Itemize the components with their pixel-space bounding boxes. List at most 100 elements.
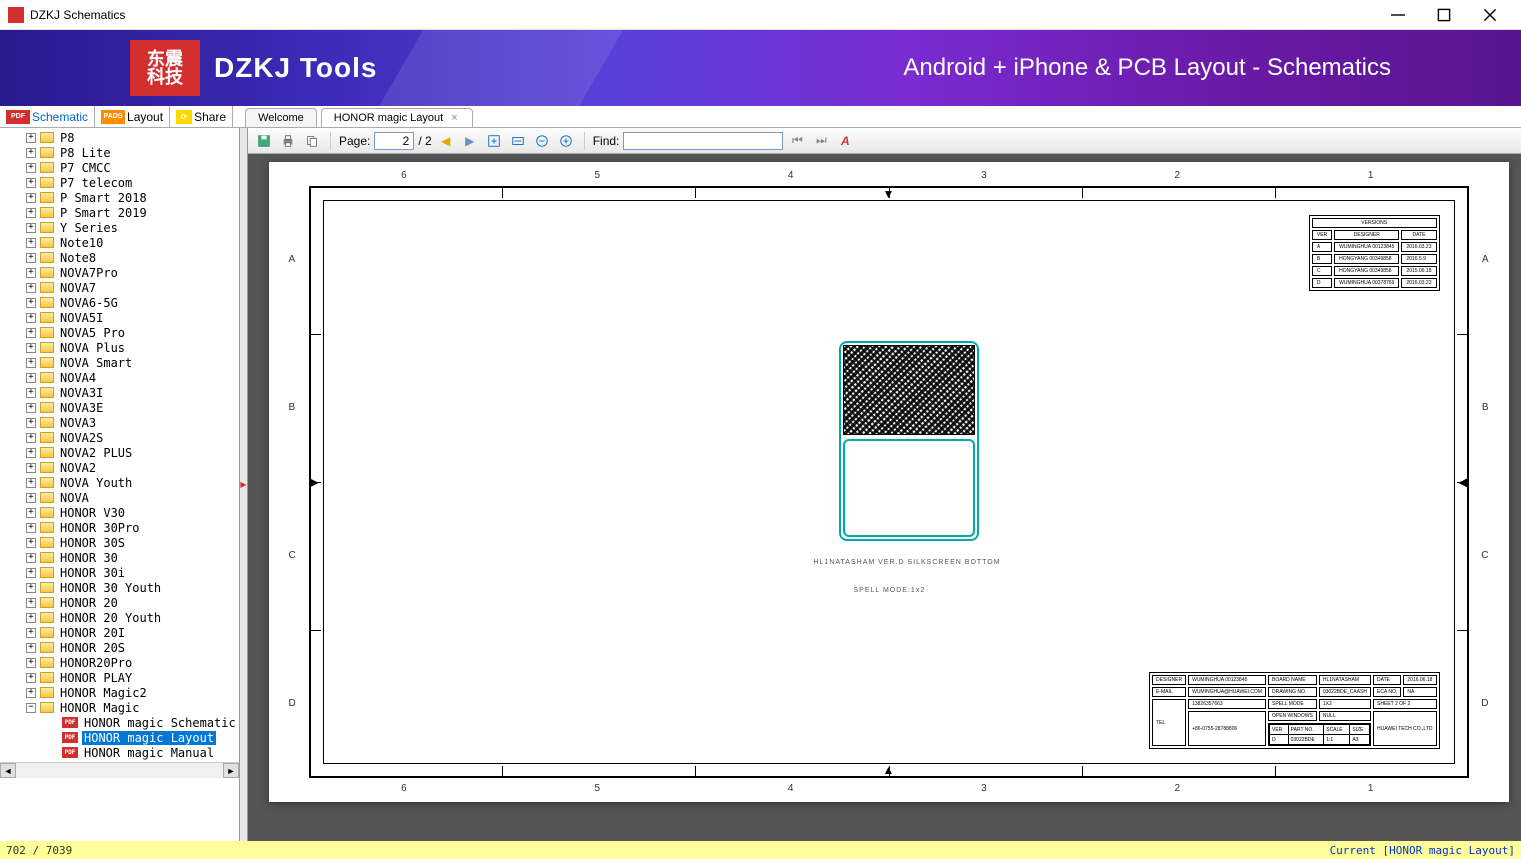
tree-folder[interactable]: +NOVA5 Pro	[0, 325, 239, 340]
expand-icon[interactable]: +	[26, 433, 36, 443]
tree-folder[interactable]: +P8 Lite	[0, 145, 239, 160]
tree-folder[interactable]: +NOVA6-5G	[0, 295, 239, 310]
expand-icon[interactable]: +	[26, 163, 36, 173]
expand-icon[interactable]: +	[26, 373, 36, 383]
expand-icon[interactable]: +	[26, 463, 36, 473]
expand-icon[interactable]: +	[26, 313, 36, 323]
tree-folder[interactable]: +P Smart 2019	[0, 205, 239, 220]
scroll-right-icon[interactable]: ►	[223, 763, 239, 778]
zoom-in-button[interactable]	[556, 131, 576, 151]
expand-icon[interactable]: +	[26, 688, 36, 698]
expand-icon[interactable]: +	[26, 268, 36, 278]
tree-folder[interactable]: +Note10	[0, 235, 239, 250]
tree-folder-expanded[interactable]: −HONOR Magic	[0, 700, 239, 715]
expand-icon[interactable]: +	[26, 628, 36, 638]
text-style-button[interactable]: A	[835, 131, 855, 151]
expand-icon[interactable]: +	[26, 478, 36, 488]
tree-folder[interactable]: +Y Series	[0, 220, 239, 235]
tree-folder[interactable]: +NOVA7	[0, 280, 239, 295]
canvas-area[interactable]: ▼ ▲ ▶ ◀ HL1NATASHAM VER.D SILKSCREEN BOT…	[248, 154, 1521, 841]
collapse-icon[interactable]: −	[26, 703, 36, 713]
tree-folder[interactable]: +NOVA4	[0, 370, 239, 385]
expand-icon[interactable]: +	[26, 238, 36, 248]
expand-icon[interactable]: +	[26, 568, 36, 578]
expand-icon[interactable]: +	[26, 553, 36, 563]
expand-icon[interactable]: +	[26, 298, 36, 308]
expand-icon[interactable]: +	[26, 418, 36, 428]
expand-icon[interactable]: +	[26, 328, 36, 338]
tree-folder[interactable]: +HONOR 30S	[0, 535, 239, 550]
expand-icon[interactable]: +	[26, 133, 36, 143]
tree-folder[interactable]: +NOVA2 PLUS	[0, 445, 239, 460]
tree-folder[interactable]: +HONOR 20 Youth	[0, 610, 239, 625]
tree-folder[interactable]: +HONOR 20S	[0, 640, 239, 655]
expand-icon[interactable]: +	[26, 583, 36, 593]
tree-folder[interactable]: +P7 telecom	[0, 175, 239, 190]
tree-folder[interactable]: +HONOR 20I	[0, 625, 239, 640]
expand-icon[interactable]: +	[26, 178, 36, 188]
expand-icon[interactable]: +	[26, 598, 36, 608]
tree-folder[interactable]: +HONOR 30i	[0, 565, 239, 580]
expand-icon[interactable]: +	[26, 253, 36, 263]
expand-icon[interactable]: +	[26, 403, 36, 413]
copy-button[interactable]	[302, 131, 322, 151]
tree-folder[interactable]: +NOVA3	[0, 415, 239, 430]
tree-file[interactable]: PDFHONOR magic Schematic	[0, 715, 239, 730]
tree-file[interactable]: PDFHONOR magic Layout	[0, 730, 239, 745]
minimize-button[interactable]	[1375, 0, 1421, 30]
sidebar-hscroll[interactable]: ◄ ►	[0, 762, 239, 778]
fit-page-button[interactable]	[484, 131, 504, 151]
fit-width-button[interactable]	[508, 131, 528, 151]
expand-icon[interactable]: +	[26, 658, 36, 668]
close-tab-icon[interactable]: ×	[449, 112, 459, 124]
tree-folder[interactable]: +HONOR 20	[0, 595, 239, 610]
expand-icon[interactable]: +	[26, 613, 36, 623]
tree-folder[interactable]: +NOVA Plus	[0, 340, 239, 355]
expand-icon[interactable]: +	[26, 208, 36, 218]
tree-folder[interactable]: +HONOR20Pro	[0, 655, 239, 670]
expand-icon[interactable]: +	[26, 283, 36, 293]
tab-schematic[interactable]: PDF Schematic	[0, 106, 95, 127]
expand-icon[interactable]: +	[26, 493, 36, 503]
expand-icon[interactable]: +	[26, 148, 36, 158]
expand-icon[interactable]: +	[26, 358, 36, 368]
tree-folder[interactable]: +HONOR V30	[0, 505, 239, 520]
scroll-left-icon[interactable]: ◄	[0, 763, 16, 778]
print-button[interactable]	[278, 131, 298, 151]
tree-folder[interactable]: +HONOR 30	[0, 550, 239, 565]
tree-folder[interactable]: +HONOR 30Pro	[0, 520, 239, 535]
tree-folder[interactable]: +Note8	[0, 250, 239, 265]
tree-folder[interactable]: +NOVA2S	[0, 430, 239, 445]
doc-tab-active[interactable]: HONOR magic Layout ×	[321, 108, 473, 127]
page-input[interactable]	[374, 132, 414, 150]
tree-folder[interactable]: +HONOR 30 Youth	[0, 580, 239, 595]
find-next-button[interactable]: ⏭	[811, 131, 831, 151]
expand-icon[interactable]: +	[26, 538, 36, 548]
tree-folder[interactable]: +NOVA Youth	[0, 475, 239, 490]
expand-icon[interactable]: +	[26, 223, 36, 233]
save-button[interactable]	[254, 131, 274, 151]
expand-icon[interactable]: +	[26, 523, 36, 533]
zoom-out-button[interactable]	[532, 131, 552, 151]
sidebar[interactable]: +P8+P8 Lite+P7 CMCC+P7 telecom+P Smart 2…	[0, 128, 240, 841]
tree-folder[interactable]: +NOVA3E	[0, 400, 239, 415]
sidebar-collapse-handle[interactable]	[240, 128, 248, 841]
tree-folder[interactable]: +NOVA7Pro	[0, 265, 239, 280]
tree-folder[interactable]: +P7 CMCC	[0, 160, 239, 175]
expand-icon[interactable]: +	[26, 673, 36, 683]
expand-icon[interactable]: +	[26, 448, 36, 458]
tree-folder[interactable]: +NOVA3I	[0, 385, 239, 400]
tree-folder[interactable]: +NOVA Smart	[0, 355, 239, 370]
tree-folder[interactable]: +HONOR Magic2	[0, 685, 239, 700]
expand-icon[interactable]: +	[26, 193, 36, 203]
expand-icon[interactable]: +	[26, 388, 36, 398]
expand-icon[interactable]: +	[26, 643, 36, 653]
tree-folder[interactable]: +P Smart 2018	[0, 190, 239, 205]
tree-file[interactable]: PDFHONOR magic Manual	[0, 745, 239, 760]
maximize-button[interactable]	[1421, 0, 1467, 30]
find-prev-button[interactable]: ⏮	[787, 131, 807, 151]
expand-icon[interactable]: +	[26, 343, 36, 353]
find-input[interactable]	[623, 132, 783, 150]
close-button[interactable]	[1467, 0, 1513, 30]
tab-share[interactable]: ⟳ Share	[170, 106, 233, 127]
